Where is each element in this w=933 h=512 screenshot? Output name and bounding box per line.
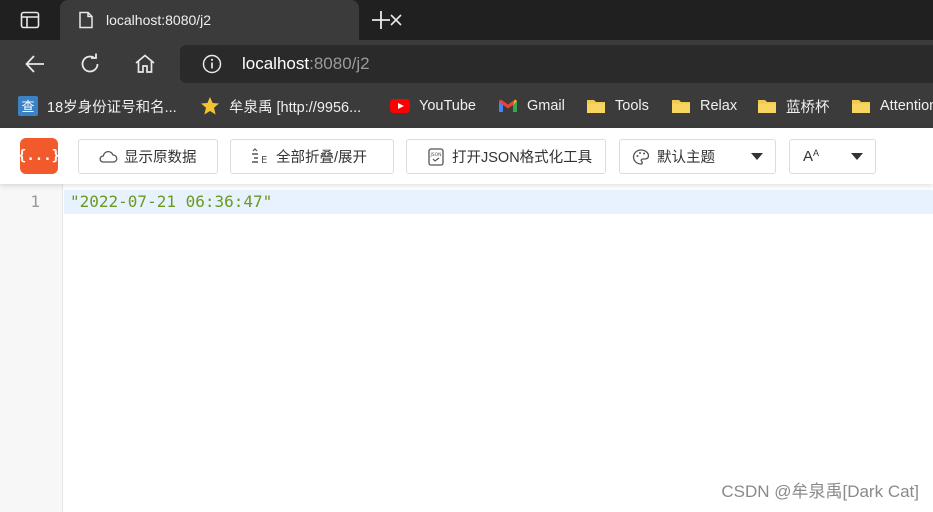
theme-label: 默认主题 <box>657 150 715 166</box>
tab-actions-icon[interactable] <box>16 8 44 32</box>
open-json-tool-button[interactable]: JSON 打开JSON格式化工具 <box>406 139 606 174</box>
bookmark-label: Relax <box>700 98 738 114</box>
fold-all-button[interactable]: E 全部折叠/展开 <box>230 139 394 174</box>
search-site-icon: 查 <box>18 96 38 116</box>
fold-icon: E <box>250 147 270 166</box>
address-bar[interactable]: localhost:8080/j2 <box>180 45 933 83</box>
cloud-icon <box>98 148 118 166</box>
bookmark-label: Gmail <box>527 98 565 114</box>
bookmark-label: Attention <box>880 98 933 114</box>
json-viewer-toolbar: {...} 显示原数据 E 全部折叠/展开 JSON 打开JSON格式化工具 默… <box>0 128 933 184</box>
bookmark-item[interactable]: 蓝桥杯 <box>757 88 830 124</box>
folder-icon <box>757 96 777 116</box>
bookmark-label: YouTube <box>419 98 476 114</box>
palette-icon <box>631 148 651 166</box>
bookmarks-bar: 查 18岁身份证号和名... 牟泉禹 [http://9956... YouTu… <box>0 88 933 128</box>
star-icon <box>200 96 220 116</box>
open-json-tool-label: 打开JSON格式化工具 <box>452 150 593 166</box>
json-string-value[interactable]: "2022-07-21 06:36:47" <box>70 192 272 211</box>
back-arrow-icon[interactable] <box>23 52 47 76</box>
browser-toolbar: localhost:8080/j2 <box>0 40 933 88</box>
folder-icon <box>851 96 871 116</box>
url-path: :8080/j2 <box>309 54 370 73</box>
font-size-select[interactable]: AA <box>789 139 876 174</box>
svg-text:E: E <box>261 155 267 166</box>
bookmark-label: 蓝桥杯 <box>786 99 830 116</box>
font-size-label: AA <box>803 148 820 165</box>
youtube-icon <box>390 96 410 116</box>
folder-icon <box>586 96 606 116</box>
bookmark-item[interactable]: 牟泉禹 [http://9956... <box>200 88 361 124</box>
reload-icon[interactable] <box>78 52 102 76</box>
bookmark-item[interactable]: Tools <box>586 88 649 124</box>
bookmark-item[interactable]: YouTube <box>390 88 476 124</box>
bookmark-label: 牟泉禹 [http://9956... <box>229 99 362 116</box>
json-viewer-logo: {...} <box>18 138 60 174</box>
theme-select[interactable]: 默认主题 <box>619 139 776 174</box>
chevron-down-icon <box>751 153 763 160</box>
bookmark-item[interactable]: 查 18岁身份证号和名... <box>18 88 177 124</box>
url-text[interactable]: localhost:8080/j2 <box>242 54 370 74</box>
show-raw-label: 显示原数据 <box>124 150 197 166</box>
home-icon[interactable] <box>133 52 157 76</box>
folder-icon <box>671 96 691 116</box>
show-raw-button[interactable]: 显示原数据 <box>78 139 218 174</box>
bookmark-label: 18岁身份证号和名... <box>47 99 177 116</box>
bookmark-item[interactable]: Gmail <box>498 88 565 124</box>
gmail-icon <box>498 96 518 116</box>
line-number: 1 <box>30 192 40 211</box>
bookmark-item[interactable]: Relax <box>671 88 737 124</box>
info-icon[interactable] <box>202 54 222 74</box>
json-editor[interactable]: 1 "2022-07-21 06:36:47" <box>0 184 933 512</box>
json-file-icon: JSON <box>426 147 446 166</box>
bookmark-item[interactable]: Attention <box>851 88 933 124</box>
new-tab-icon[interactable] <box>369 8 393 32</box>
url-host: localhost <box>242 54 310 73</box>
bookmark-label: Tools <box>615 98 649 114</box>
svg-text:JSON: JSON <box>429 152 441 158</box>
tab-strip: localhost:8080/j2 <box>0 0 933 40</box>
svg-text:查: 查 <box>21 100 34 115</box>
chevron-down-icon <box>851 153 863 160</box>
watermark: CSDN @牟泉禹[Dark Cat] <box>721 482 919 501</box>
page-icon <box>78 11 94 29</box>
fold-all-label: 全部折叠/展开 <box>276 150 368 166</box>
line-gutter: 1 <box>0 184 63 512</box>
active-tab[interactable]: localhost:8080/j2 <box>60 0 402 40</box>
tab-title: localhost:8080/j2 <box>106 12 212 28</box>
